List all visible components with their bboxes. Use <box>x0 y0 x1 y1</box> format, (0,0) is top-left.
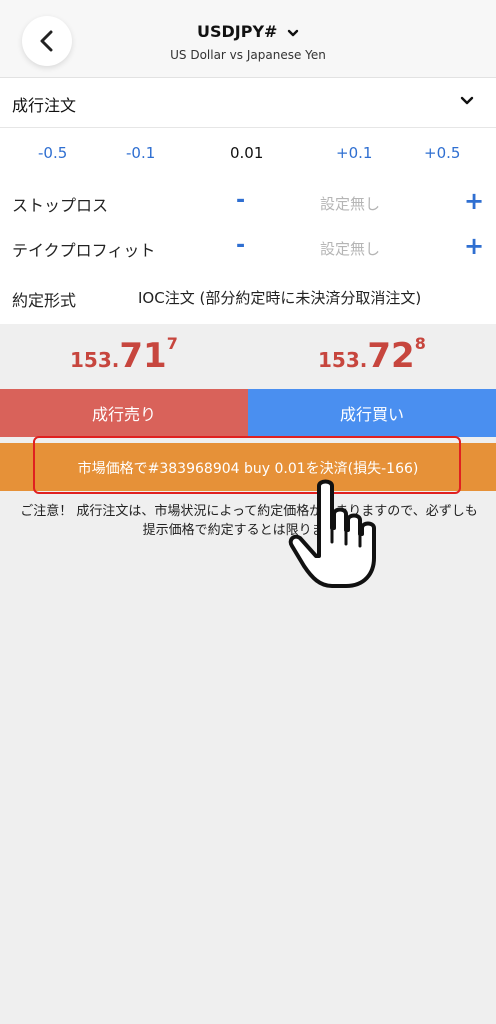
symbol-selector[interactable]: USDJPY# <box>0 22 496 41</box>
volume-minus-0-5-button[interactable]: -0.5 <box>38 144 67 162</box>
volume-stepper: -0.5 -0.1 0.01 +0.1 +0.5 <box>0 144 496 168</box>
fill-policy-row: 約定形式 IOC注文 (部分約定時に未決済分取消注文) <box>0 285 496 313</box>
quote-prices: 153.717 153.728 <box>0 334 496 386</box>
ask-price-prefix: 153. <box>318 348 368 372</box>
header: USDJPY# US Dollar vs Japanese Yen <box>0 0 496 78</box>
notice-text: ご注意！ 成行注文は、市場状況によって約定価格がきまりますので、必ずしも提示価格… <box>20 504 478 538</box>
take-profit-value[interactable]: 設定無し <box>320 238 380 259</box>
stop-loss-value[interactable]: 設定無し <box>320 193 380 214</box>
order-panel: 成行注文 -0.5 -0.1 0.01 +0.1 +0.5 ストップロス - 設… <box>0 78 496 324</box>
fill-policy-label: 約定形式 <box>12 291 77 310</box>
take-profit-row: テイクプロフィット - 設定無し + <box>0 233 496 263</box>
symbol-dropdown-icon <box>287 29 299 36</box>
order-type-select[interactable]: 成行注文 <box>0 78 496 128</box>
bid-price-pip: 7 <box>166 334 178 353</box>
symbol-description: US Dollar vs Japanese Yen <box>170 48 326 62</box>
ask-price-main: 72 <box>367 336 415 376</box>
take-profit-label: テイクプロフィット <box>12 241 156 260</box>
volume-value[interactable]: 0.01 <box>230 144 263 162</box>
pointing-hand-icon <box>288 479 376 588</box>
ask-price-pip: 8 <box>414 334 426 353</box>
ask-price: 153.728 <box>318 334 426 376</box>
order-type-dropdown-icon <box>460 96 474 105</box>
take-profit-plus-button[interactable]: + <box>464 233 484 259</box>
sell-market-button[interactable]: 成行売り <box>0 389 248 437</box>
stop-loss-label: ストップロス <box>12 196 109 215</box>
symbol-name: USDJPY# <box>196 22 278 41</box>
fill-policy-value[interactable]: IOC注文 (部分約定時に未決済分取消注文) <box>138 287 421 308</box>
bid-price-main: 71 <box>119 336 167 376</box>
volume-plus-0-1-button[interactable]: +0.1 <box>336 144 372 162</box>
order-type-label: 成行注文 <box>12 96 77 115</box>
bid-price: 153.717 <box>70 334 178 376</box>
stop-loss-row: ストップロス - 設定無し + <box>0 188 496 218</box>
stop-loss-minus-button[interactable]: - <box>236 190 245 212</box>
stop-loss-plus-button[interactable]: + <box>464 188 484 214</box>
highlight-annotation <box>33 436 461 494</box>
buy-market-button[interactable]: 成行買い <box>248 389 496 437</box>
take-profit-minus-button[interactable]: - <box>236 235 245 257</box>
bid-price-prefix: 153. <box>70 348 120 372</box>
volume-plus-0-5-button[interactable]: +0.5 <box>424 144 460 162</box>
volume-minus-0-1-button[interactable]: -0.1 <box>126 144 155 162</box>
